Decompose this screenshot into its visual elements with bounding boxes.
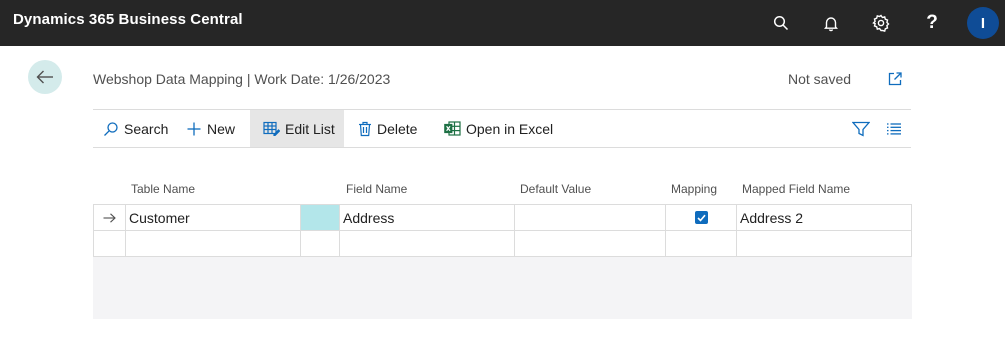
- selected-cell[interactable]: [301, 205, 340, 230]
- default-value-cell[interactable]: [515, 231, 666, 256]
- column-header-mapped-field-name[interactable]: Mapped Field Name: [742, 182, 850, 196]
- excel-icon: [444, 121, 461, 136]
- search-icon[interactable]: [769, 11, 793, 35]
- save-status: Not saved: [788, 71, 852, 87]
- column-header-mapping[interactable]: Mapping: [671, 182, 717, 196]
- column-header-field-name[interactable]: Field Name: [346, 182, 407, 196]
- data-grid: Customer Address Address 2: [93, 204, 912, 319]
- mapping-cell[interactable]: [666, 205, 737, 230]
- edit-list-button[interactable]: Edit List: [250, 110, 344, 147]
- table-row[interactable]: [93, 231, 912, 257]
- search-label: Search: [124, 120, 169, 137]
- page-title: Webshop Data Mapping | Work Date: 1/26/2…: [93, 71, 391, 87]
- mapped-field-name-cell[interactable]: Address 2: [737, 205, 912, 230]
- table-name-cell[interactable]: Customer: [126, 205, 301, 230]
- search-button[interactable]: Search: [103, 110, 168, 147]
- bell-icon[interactable]: [819, 11, 843, 35]
- new-button[interactable]: New: [186, 110, 235, 147]
- row-indicator[interactable]: [93, 205, 126, 230]
- default-value-cell[interactable]: [515, 205, 666, 230]
- spacer-cell[interactable]: [301, 231, 340, 256]
- column-header-default-value[interactable]: Default Value: [520, 182, 591, 196]
- mapping-cell[interactable]: [666, 231, 737, 256]
- column-header-table-name[interactable]: Table Name: [131, 182, 195, 196]
- action-bar: Search New Edit List Delete Open in Exce…: [93, 109, 911, 148]
- new-label: New: [207, 120, 236, 137]
- list-view-icon[interactable]: [886, 110, 902, 147]
- avatar[interactable]: I: [967, 7, 999, 39]
- mapping-checkbox[interactable]: [695, 211, 708, 224]
- arrow-right-icon: [103, 212, 116, 223]
- filter-icon[interactable]: [852, 110, 870, 147]
- field-name-cell[interactable]: Address: [340, 205, 515, 230]
- open-in-excel-label: Open in Excel: [466, 120, 554, 137]
- delete-button[interactable]: Delete: [358, 110, 417, 147]
- back-arrow-icon: [36, 70, 53, 84]
- trash-icon: [358, 121, 372, 137]
- field-name-cell[interactable]: [340, 231, 515, 256]
- search-icon: [103, 121, 119, 137]
- check-icon: [697, 214, 706, 222]
- gear-icon[interactable]: [869, 11, 893, 35]
- edit-list-icon: [263, 121, 280, 136]
- mapped-field-name-cell[interactable]: [737, 231, 912, 256]
- top-bar: Dynamics 365 Business Central ? I: [0, 0, 1005, 46]
- row-indicator[interactable]: [93, 231, 126, 256]
- delete-label: Delete: [377, 120, 418, 137]
- table-name-cell[interactable]: [126, 231, 301, 256]
- back-button[interactable]: [28, 60, 62, 94]
- app-title[interactable]: Dynamics 365 Business Central: [13, 11, 243, 28]
- table-row[interactable]: Customer Address Address 2: [93, 204, 912, 231]
- open-in-new-window-icon[interactable]: [886, 70, 904, 88]
- open-in-excel-button[interactable]: Open in Excel: [444, 110, 553, 147]
- plus-icon: [186, 121, 202, 137]
- help-icon[interactable]: ?: [920, 11, 944, 35]
- edit-list-label: Edit List: [285, 120, 335, 137]
